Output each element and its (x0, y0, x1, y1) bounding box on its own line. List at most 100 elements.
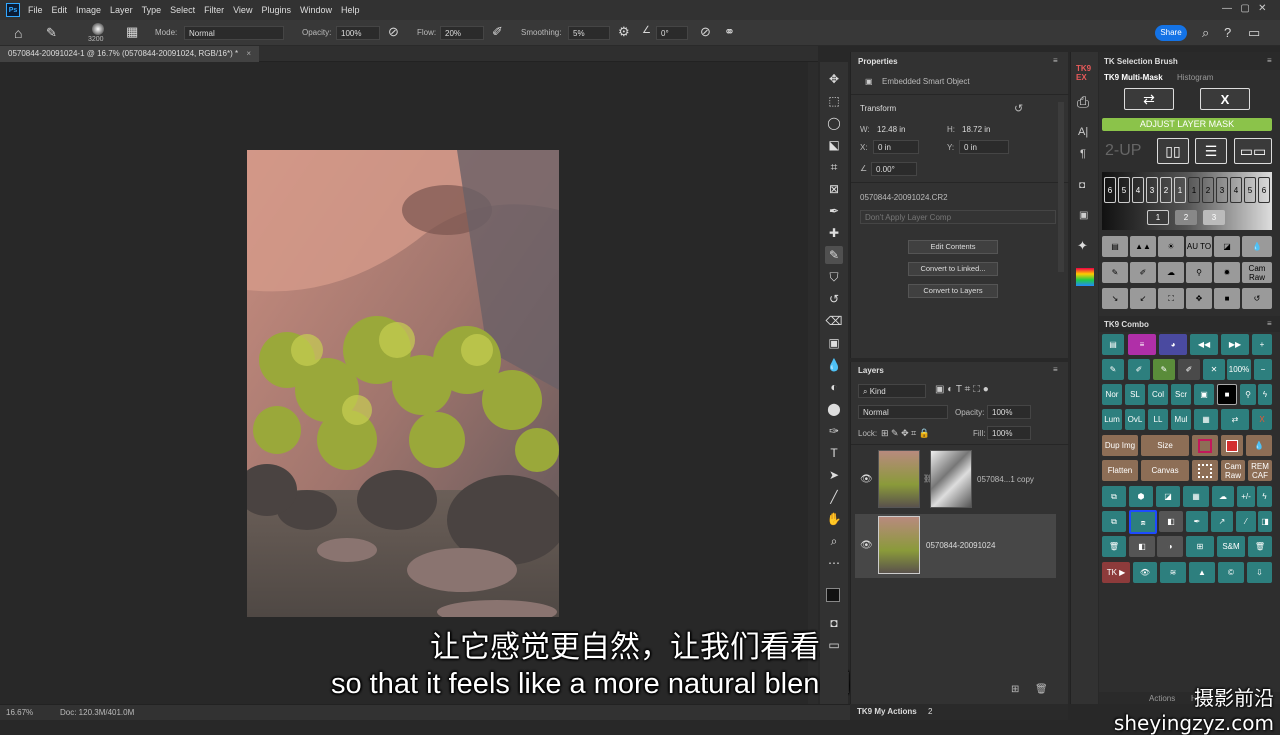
colorize-icon[interactable]: ◕ (1159, 334, 1187, 355)
flow-input[interactable]: 20% (440, 26, 484, 40)
menu-type[interactable]: Type (142, 5, 162, 15)
zone-button[interactable]: 4 (1230, 177, 1242, 203)
search-icon[interactable]: ⌕ (1202, 25, 1209, 41)
paragraph-icon[interactable]: ¶ (1080, 148, 1086, 160)
layout-2up-vertical-icon[interactable]: ▯▯ (1157, 138, 1189, 164)
stamp-tool-icon[interactable]: ⛉ (825, 268, 843, 286)
quick-select-tool-icon[interactable]: ⬕ (825, 136, 843, 154)
adjust-layer-mask-button[interactable]: ADJUST LAYER MASK (1102, 118, 1272, 131)
gradient-tool-icon[interactable]: ▣ (825, 334, 843, 352)
lasso-tool-icon[interactable]: ◯ (825, 114, 843, 132)
airbrush-icon[interactable]: ✐ (492, 24, 503, 40)
layers-menu-icon[interactable]: ≡ (1053, 365, 1058, 374)
zone-sel-1[interactable]: 1 (1147, 210, 1169, 225)
plus-icon[interactable]: + (1252, 334, 1272, 355)
size-button[interactable]: Size (1141, 435, 1189, 456)
undo-icon[interactable]: ↺ (1242, 288, 1272, 309)
layer-comp-select[interactable]: Don't Apply Layer Comp (860, 210, 1056, 224)
home-icon[interactable]: ⌂ (14, 25, 22, 41)
generative-icon[interactable]: ✦ (1077, 238, 1088, 254)
eyedropper-tool-icon[interactable]: ✒ (825, 202, 843, 220)
fill-input[interactable]: 100% (987, 426, 1031, 440)
window-controls[interactable]: — ▢ ✕ (1222, 3, 1267, 14)
angle-input[interactable]: 0.00° (871, 162, 917, 176)
more-tools-icon[interactable]: ⋯ (825, 554, 843, 572)
menu-filter[interactable]: Filter (204, 5, 224, 15)
green-brush-icon[interactable]: ✎ (1153, 359, 1175, 380)
x-input[interactable]: 0 in (873, 140, 919, 154)
menu-edit[interactable]: Edit (52, 5, 68, 15)
brush-settings-icon[interactable]: ▦ (126, 24, 138, 40)
contract-icon[interactable]: ↙ (1130, 288, 1156, 309)
tab-histogram[interactable]: Histogram (1177, 73, 1213, 82)
blend-mode-select[interactable]: Normal (858, 405, 948, 419)
marquee-tool-icon[interactable]: ⬚ (825, 92, 843, 110)
zone-button[interactable]: 3 (1146, 177, 1158, 203)
black-fill-icon[interactable]: ■ (1217, 384, 1237, 405)
brush-icon[interactable]: ✎ (1102, 359, 1124, 380)
character-icon[interactable]: A| (1078, 126, 1088, 138)
convert-to-layers-button[interactable]: Convert to Layers (908, 284, 998, 298)
close-red-icon[interactable]: X (1252, 409, 1272, 430)
menu-view[interactable]: View (233, 5, 252, 15)
width-value[interactable]: 12.48 in (877, 125, 905, 134)
burn-tool-icon[interactable]: ⬤ (825, 400, 843, 418)
zone-button[interactable]: 2 (1202, 177, 1214, 203)
menu-window[interactable]: Window (300, 5, 332, 15)
convert-to-linked-button[interactable]: Convert to Linked... (908, 262, 998, 276)
crop-tool-icon[interactable]: ⌗ (825, 158, 843, 176)
menu-layer[interactable]: Layer (110, 5, 133, 15)
download-icon[interactable]: ⇩ (1247, 562, 1272, 583)
new-doc-icon[interactable]: ▤ (1102, 334, 1124, 355)
triangle-icon[interactable]: ▲ (1189, 562, 1215, 583)
zone-button[interactable]: 5 (1244, 177, 1256, 203)
angle-input[interactable]: 0° (656, 26, 688, 40)
zone-button[interactable]: 6 (1258, 177, 1270, 203)
zoom-level[interactable]: 16.67% (6, 708, 33, 717)
pen-tool-icon[interactable]: ✑ (825, 422, 843, 440)
properties-scrollbar[interactable] (1058, 102, 1064, 272)
zone-button[interactable]: 1 (1188, 177, 1200, 203)
printer-icon[interactable]: ⎙ (1077, 94, 1089, 111)
auto-button[interactable]: AU TO (1186, 236, 1212, 257)
layer-stack-icon[interactable]: ▦ (1183, 486, 1209, 507)
smoothing-input[interactable]: 5% (568, 26, 610, 40)
document-tab[interactable]: 0570844-20091024-1 @ 16.7% (0570844-2009… (0, 46, 259, 62)
share-button[interactable]: Share (1155, 25, 1187, 41)
zoom-tool-icon[interactable]: ⌕ (825, 532, 843, 550)
blend-overlay-button[interactable]: OvL (1125, 409, 1145, 430)
eye-icon[interactable]: 👁 (1133, 562, 1157, 583)
blend-multiply-button[interactable]: Mul (1171, 409, 1191, 430)
edit-curve-icon[interactable]: ◪ (1156, 486, 1180, 507)
cloud-icon[interactable]: ☁ (1212, 486, 1234, 507)
collapse-icon[interactable]: ✥ (1186, 288, 1212, 309)
smart-object-icon[interactable]: ⬢ (1129, 486, 1153, 507)
plus-minus-button[interactable]: +/- (1237, 486, 1255, 507)
healing-tool-icon[interactable]: ✚ (825, 224, 843, 242)
square-icon[interactable]: ■ (1214, 288, 1240, 309)
opacity-input[interactable]: 100% (336, 26, 380, 40)
foreground-color-swatch[interactable] (826, 588, 840, 602)
drop-icon[interactable]: 💧 (1246, 435, 1272, 456)
camera-raw-filter-button[interactable]: Cam Raw (1221, 460, 1245, 481)
minus-icon[interactable]: − (1254, 359, 1272, 380)
camera-raw-button[interactable]: Cam Raw (1242, 262, 1272, 283)
color-panel-icon[interactable] (1076, 268, 1094, 286)
dotted-frame-icon[interactable] (1192, 460, 1218, 481)
doc-size[interactable]: Doc: 120.3M/401.0M (60, 708, 134, 717)
trash-all-icon[interactable]: 🗑 (1248, 536, 1272, 557)
delete-layer-icon[interactable]: 🗑 (1035, 684, 1048, 695)
star-icon[interactable]: ✹ (1214, 262, 1240, 283)
pressure-size-icon[interactable]: ⊘ (700, 24, 711, 40)
layer-filter-icons[interactable]: ▣ ◐ T ⌗ ⛶ ● (935, 384, 989, 395)
symmetry-icon[interactable]: ⚭ (724, 24, 735, 40)
new-layer-icon[interactable]: ⊞ (1011, 684, 1019, 695)
sm-button[interactable]: S&M (1217, 536, 1245, 557)
zoom-100-button[interactable]: 100% (1227, 359, 1251, 380)
duplicate-image-button[interactable]: Dup Img (1102, 435, 1138, 456)
split-left-icon[interactable]: ◧ (1129, 536, 1155, 557)
type-tool-icon[interactable]: T (825, 444, 843, 462)
layer-opacity-input[interactable]: 100% (987, 405, 1031, 419)
brush-preview-icon[interactable] (92, 23, 104, 35)
swap-icon[interactable]: ⇄ (1221, 409, 1249, 430)
